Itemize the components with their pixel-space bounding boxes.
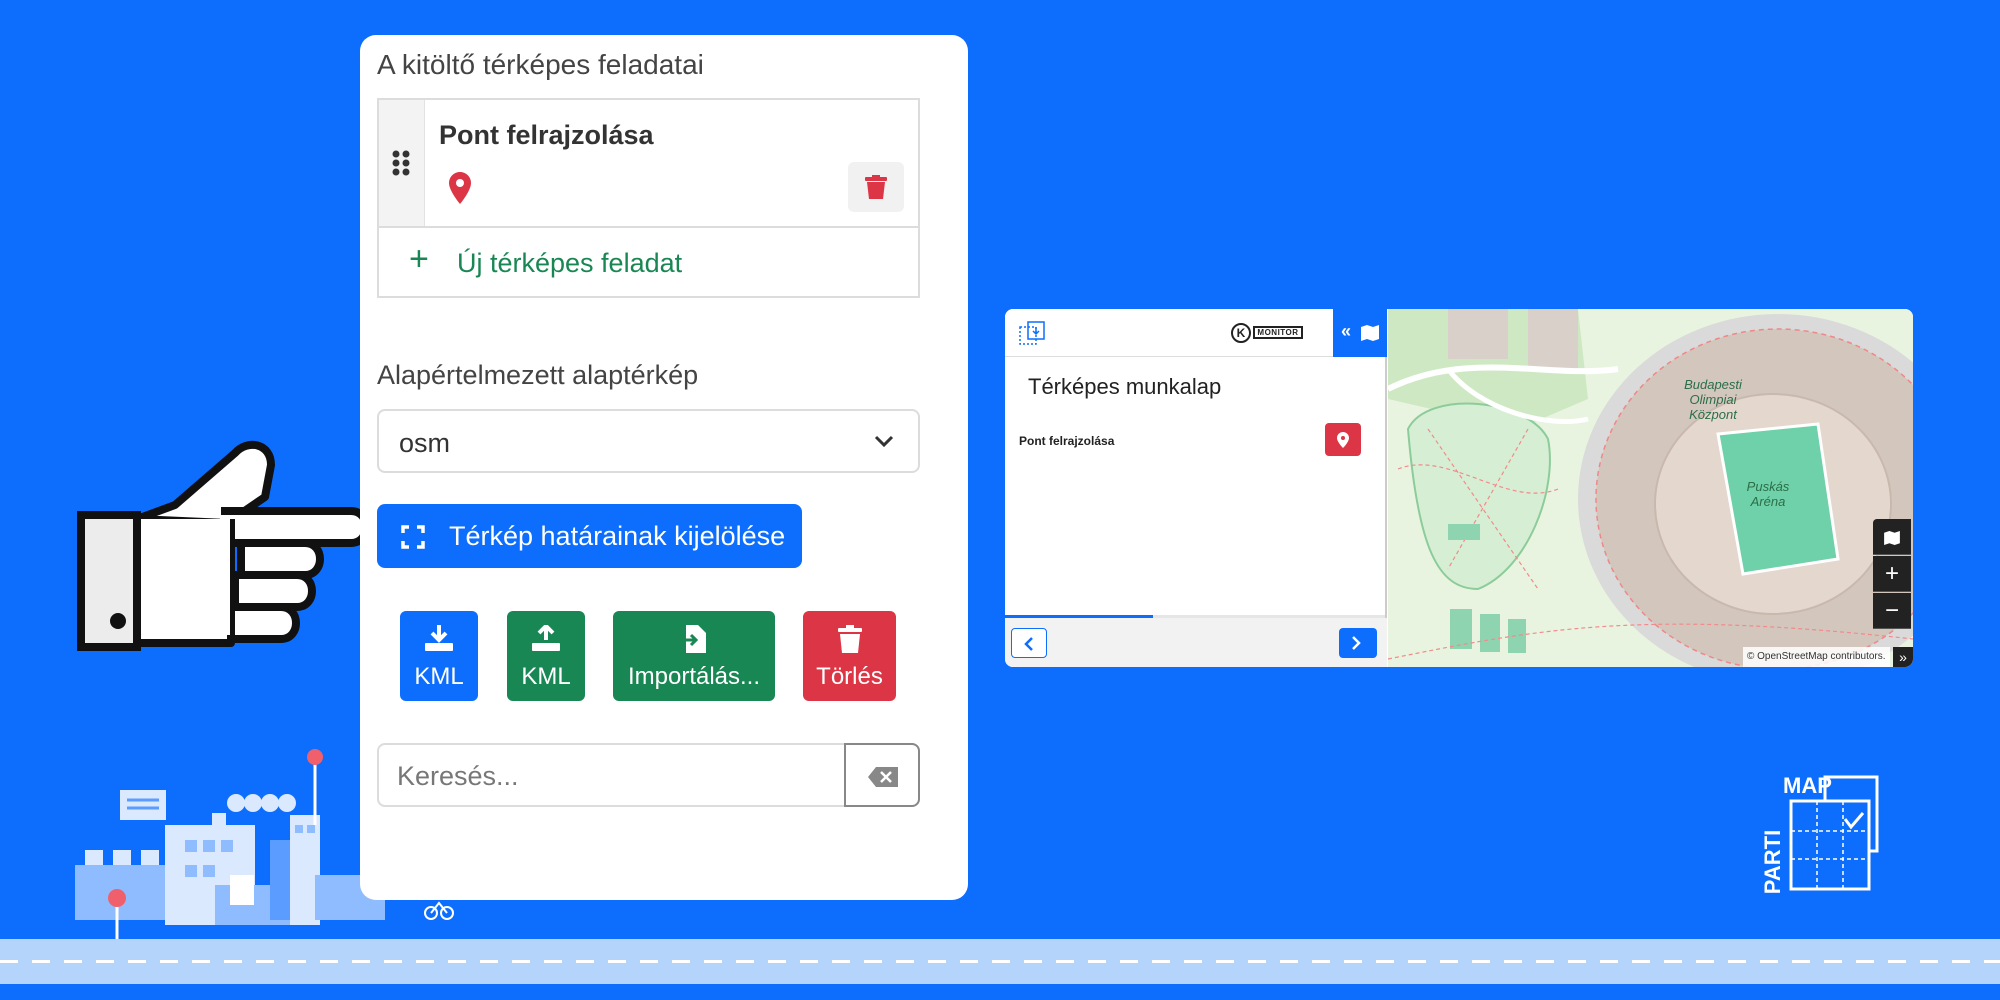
task-item[interactable]: Pont felrajzolása [379, 100, 918, 228]
map-pin-icon [449, 172, 471, 204]
import-button[interactable]: Importálás... [613, 611, 775, 701]
upload-icon [532, 625, 560, 651]
download-icon [425, 625, 453, 651]
map-icon [1361, 325, 1379, 341]
next-button[interactable] [1339, 628, 1377, 658]
chevron-right-icon [1352, 636, 1361, 650]
road-stripe [0, 939, 2000, 984]
logo-word: MONITOR [1253, 326, 1303, 339]
partimap-logo: MAP PARTI [1755, 773, 1897, 895]
new-map-task-label: Új térképes feladat [457, 248, 683, 278]
worksheet-title: Térképes munkalap [1028, 374, 1222, 399]
search-input[interactable] [397, 759, 817, 793]
search-field [377, 743, 920, 807]
backspace-icon [868, 767, 898, 787]
worksheet-sidebar: K MONITOR « Térképes munkalap Pont felra… [1005, 309, 1387, 667]
task-title: Pont felrajzolása [439, 120, 654, 150]
zoom-in-button[interactable]: + [1873, 556, 1911, 592]
collapse-label: « [1341, 321, 1352, 341]
select-map-bounds-label: Térkép határainak kijelölése [449, 521, 786, 551]
worksheet-preview: K MONITOR « Térképes munkalap Pont felra… [1005, 309, 1913, 667]
kml-download-button[interactable]: KML [400, 611, 478, 701]
fullscreen-icon [401, 525, 425, 549]
brand-parti-text: PARTI [1760, 829, 1786, 895]
new-map-task-button[interactable]: + Új térképes feladat [379, 228, 918, 296]
map-view[interactable]: Budapesti Olimpiai Központ Puskás Aréna … [1388, 309, 1913, 667]
drag-handle[interactable] [379, 100, 425, 226]
collapse-sidebar-button[interactable]: « [1333, 309, 1387, 357]
basemap-label: Alapértelmezett alaptérkép [377, 360, 699, 390]
brand-map-text: MAP [1783, 773, 1832, 798]
grip-icon [392, 150, 410, 176]
clear-search-button[interactable] [844, 743, 920, 807]
layers-button[interactable] [1873, 519, 1911, 555]
import-label: Importálás... [627, 663, 761, 690]
file-import-icon [682, 625, 706, 653]
panel-title: A kitöltő térképes feladatai [377, 49, 704, 80]
osm-map-tiles [1388, 309, 1913, 667]
kml-upload-label: KML [521, 663, 571, 690]
place-point-button[interactable] [1325, 423, 1361, 456]
map-label-olimpiai-kozpont: Budapesti Olimpiai Központ [1684, 377, 1742, 422]
map-tasks-editor-panel: A kitöltő térképes feladatai Pont felraj… [360, 35, 968, 900]
chevron-left-icon [1024, 637, 1033, 651]
trash-icon [865, 175, 887, 199]
map-icon [1884, 530, 1900, 545]
kml-download-label: KML [414, 663, 464, 690]
worksheet-footer [1005, 618, 1387, 667]
delete-all-label: Törlés [816, 663, 883, 690]
map-attribution[interactable]: © OpenStreetMap contributors. [1743, 647, 1890, 667]
previous-button[interactable] [1011, 628, 1047, 658]
basemap-selected-value: osm [399, 428, 451, 458]
basemap-select[interactable]: osm [377, 409, 920, 473]
expand-attribution-button[interactable]: » [1893, 647, 1913, 667]
delete-all-button[interactable]: Törlés [803, 611, 896, 701]
select-map-bounds-button[interactable]: Térkép határainak kijelölése [377, 504, 802, 568]
worksheet-task-label: Pont felrajzolása [1019, 434, 1115, 448]
plus-icon: + [409, 240, 429, 278]
road-dashed-line [0, 960, 2000, 963]
logo-letter: K [1231, 323, 1251, 343]
kml-upload-button[interactable]: KML [507, 611, 585, 701]
map-select-icon[interactable] [1019, 321, 1045, 345]
zoom-out-button[interactable]: − [1873, 593, 1911, 629]
worksheet-header: K MONITOR « [1005, 309, 1387, 357]
chevron-down-icon [874, 435, 894, 447]
task-list: Pont felrajzolása + Új térképes feladat [377, 98, 920, 298]
delete-task-button[interactable] [848, 162, 904, 212]
pointing-hand-illustration [77, 441, 370, 651]
map-pin-icon [1337, 432, 1349, 448]
trash-icon [837, 625, 862, 653]
map-label-puskas-arena: Puskás Aréna [1746, 479, 1790, 509]
